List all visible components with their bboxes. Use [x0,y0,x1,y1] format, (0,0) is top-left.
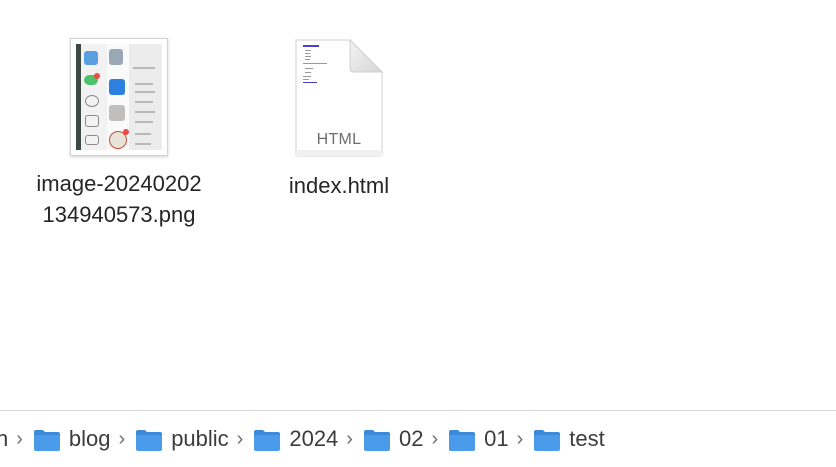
path-crumb-label: test [569,426,605,451]
folder-icon [33,430,60,451]
png-thumbnail-image [70,38,168,156]
file-name-line-1: image-20240202 [36,171,202,196]
file-name-html: index.html [288,173,390,198]
chevron-right-icon: › [516,427,524,450]
file-name-png: image-20240202 134940573.png [14,168,224,230]
path-crumb-test[interactable]: test [533,411,605,467]
path-crumb-label: 2024 [289,426,339,451]
path-crumb-blog[interactable]: blog [33,411,111,467]
path-crumb-label: public [171,426,229,451]
path-crumb-label: 02 [398,426,424,451]
file-item-png[interactable]: image-20240202 134940573.png [14,38,224,230]
path-crumb-truncated[interactable]: n [0,411,8,467]
html-icon-label: HTML [316,131,362,148]
chevron-right-icon: › [118,427,126,450]
path-crumb-label: 01 [484,426,509,451]
path-crumb-label: n [0,426,8,452]
chevron-right-icon: › [346,427,353,450]
folder-icon [363,430,390,451]
path-crumb-public[interactable]: public [135,411,229,467]
folder-icon [449,430,476,451]
path-bar: n › blog › public › 2024 › 02 › [0,410,836,467]
folder-icon [534,430,561,451]
path-crumb-02[interactable]: 02 [363,411,423,467]
path-crumb-01[interactable]: 01 [448,411,509,467]
html-document-icon: HTML [294,38,384,158]
file-name-line-2: 134940573.png [42,202,196,227]
folder-icon [254,430,281,451]
chevron-right-icon: › [236,427,244,450]
file-grid: image-20240202 134940573.png HTML index.… [0,0,836,410]
folder-icon [136,430,163,451]
chevron-right-icon: › [431,427,439,450]
path-crumb-2024[interactable]: 2024 [253,411,338,467]
chevron-right-icon: › [16,427,23,450]
path-crumb-label: blog [68,426,111,451]
file-item-html[interactable]: HTML index.html [234,38,444,201]
